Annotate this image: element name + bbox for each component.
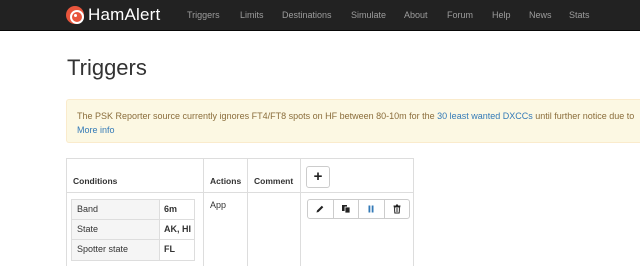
brand-link[interactable]: HamAlert [66,5,160,25]
column-header-actions: Actions [210,176,242,186]
edit-trigger-button[interactable] [308,200,334,218]
nav-item-about[interactable]: About [404,10,428,20]
trash-icon [393,204,401,214]
more-info-link[interactable]: More info [77,125,115,135]
pause-trigger-button[interactable] [359,200,385,218]
condition-row: Spotter state FL [72,240,194,260]
add-trigger-button[interactable]: + [306,166,330,188]
pause-icon [368,205,374,213]
nav-item-forum[interactable]: Forum [447,10,473,20]
alert-text-after: until further notice due to [532,111,635,121]
hamalert-logo-icon [66,6,84,24]
nav-item-destinations[interactable]: Destinations [282,10,332,20]
column-divider [247,159,248,266]
alert-text-before: The PSK Reporter source currently ignore… [77,111,438,121]
condition-key: State [72,220,160,239]
condition-value: 6m [164,204,178,214]
nav-item-limits[interactable]: Limits [240,10,264,20]
conditions-table: Band 6m State AK, HI Spotter state FL [71,199,195,261]
warning-alert: The PSK Reporter source currently ignore… [66,99,640,143]
page-title: Triggers [67,55,147,80]
condition-row: Band 6m [72,200,194,220]
trigger-action: App [210,200,227,210]
nav-item-stats[interactable]: Stats [569,10,590,20]
nav-item-simulate[interactable]: Simulate [351,10,386,20]
condition-key: Spotter state [72,240,160,260]
pencil-icon [316,205,324,213]
plus-icon: + [313,168,323,185]
triggers-table: Conditions Actions Comment + Band 6m Sta… [66,158,414,266]
copy-trigger-button[interactable] [334,200,359,218]
trigger-actions-group [307,199,410,219]
delete-trigger-button[interactable] [385,200,410,218]
condition-row: State AK, HI [72,220,194,240]
condition-value: FL [164,244,175,254]
alert-message: The PSK Reporter source currently ignore… [77,111,634,121]
nav-item-news[interactable]: News [529,10,552,20]
column-divider [203,159,204,266]
column-divider [300,159,301,266]
column-header-conditions: Conditions [73,176,118,186]
copy-icon [341,205,351,214]
condition-value: AK, HI [164,224,191,234]
least-wanted-dxcc-link[interactable]: 30 least wanted DXCCs [437,111,533,121]
brand-name: HamAlert [88,5,161,24]
condition-key: Band [72,200,160,219]
nav-item-triggers[interactable]: Triggers [187,10,220,20]
column-header-comment: Comment [254,176,294,186]
top-navbar: HamAlert Triggers Limits Destinations Si… [0,0,640,31]
nav-item-help[interactable]: Help [492,10,511,20]
header-divider [67,192,413,193]
